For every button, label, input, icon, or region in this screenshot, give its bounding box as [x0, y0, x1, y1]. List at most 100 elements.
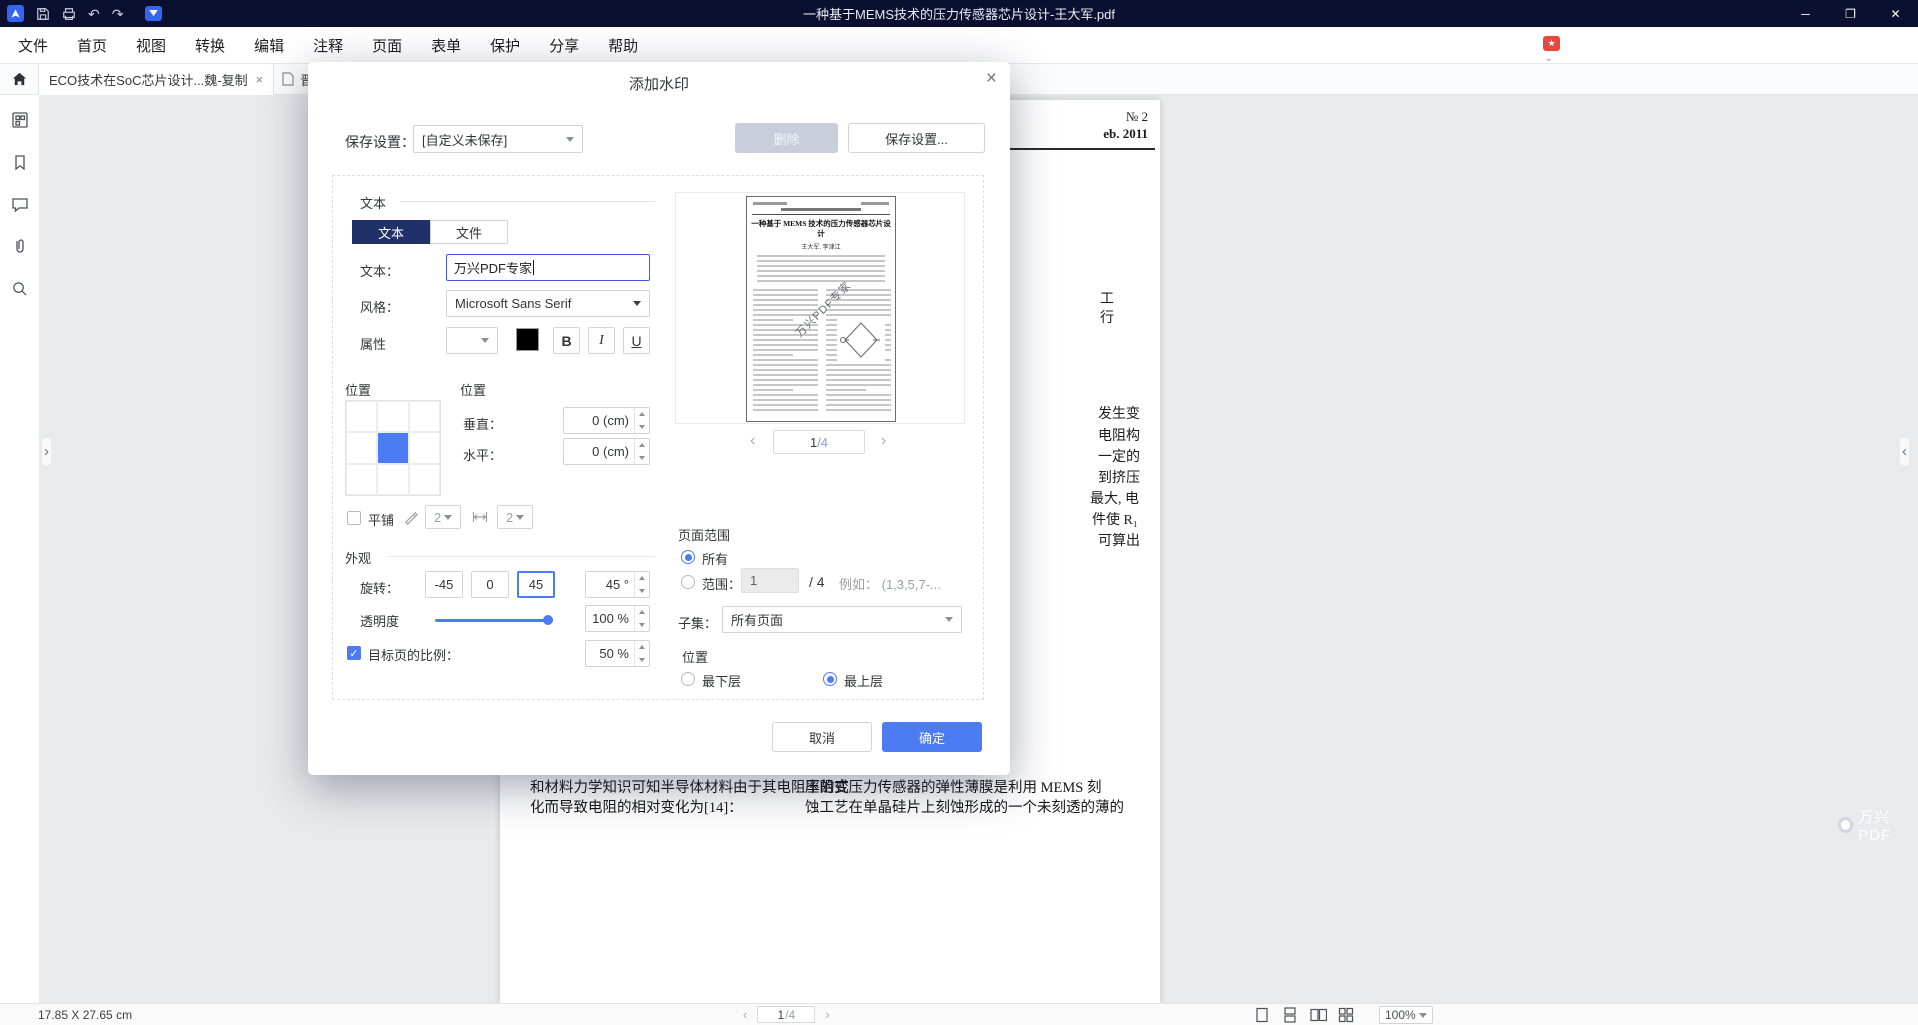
- app-logo-icon[interactable]: [7, 5, 24, 22]
- scale-checkbox[interactable]: ✓: [347, 646, 361, 660]
- dialog-close-icon[interactable]: ×: [986, 69, 997, 88]
- upgrade-icon[interactable]: ★: [1543, 36, 1560, 51]
- anchor-cell[interactable]: [346, 401, 377, 432]
- tile-checkbox[interactable]: [347, 511, 361, 525]
- menu-page[interactable]: 页面: [372, 35, 402, 56]
- document-tab[interactable]: ECO技术在SoC芯片设计...魏-复制 ×: [38, 64, 274, 95]
- stepper-down-icon[interactable]: [635, 585, 649, 598]
- anchor-cell-selected[interactable]: [377, 432, 408, 463]
- bookmarks-panel-icon[interactable]: [9, 151, 31, 173]
- tab-text[interactable]: 文本: [352, 220, 430, 244]
- tab-file[interactable]: 文件: [430, 220, 508, 244]
- cancel-button[interactable]: 取消: [772, 722, 872, 752]
- chevron-down-icon: [945, 617, 953, 622]
- ok-button[interactable]: 确定: [882, 722, 982, 752]
- menu-edit[interactable]: 编辑: [254, 35, 284, 56]
- menu-convert[interactable]: 转换: [195, 35, 225, 56]
- redo-icon[interactable]: ↷: [112, 7, 124, 21]
- attachments-panel-icon[interactable]: [9, 235, 31, 257]
- stepper-down-icon[interactable]: [635, 421, 649, 434]
- maximize-button[interactable]: ❐: [1828, 0, 1873, 27]
- save-settings-select[interactable]: [自定义未保存]: [413, 125, 583, 153]
- stepper-up-icon[interactable]: [635, 572, 649, 585]
- grid-view-icon[interactable]: [1337, 1006, 1355, 1024]
- menu-file[interactable]: 文件: [18, 35, 48, 56]
- search-panel-icon[interactable]: [9, 277, 31, 299]
- italic-button[interactable]: I: [588, 327, 615, 354]
- menu-share[interactable]: 分享: [549, 35, 579, 56]
- prev-page-icon[interactable]: ‹: [743, 1007, 747, 1022]
- opacity-slider-knob[interactable]: [543, 615, 553, 625]
- bold-button[interactable]: B: [553, 327, 580, 354]
- preview-next-icon[interactable]: ›: [881, 432, 886, 450]
- tile-horizontal-gap-select[interactable]: 2: [497, 505, 533, 529]
- menu-comment[interactable]: 注释: [313, 35, 343, 56]
- stepper-up-icon[interactable]: [635, 641, 649, 654]
- thumbnails-panel-icon[interactable]: [9, 109, 31, 131]
- layer-top-radio[interactable]: [823, 672, 837, 686]
- underline-button[interactable]: U: [623, 327, 650, 354]
- menu-help[interactable]: 帮助: [608, 35, 638, 56]
- preview-prev-icon[interactable]: ‹: [750, 432, 755, 450]
- two-page-view-icon[interactable]: [1309, 1006, 1327, 1024]
- anchor-cell[interactable]: [409, 464, 440, 495]
- opacity-slider[interactable]: [435, 613, 553, 627]
- tile-vertical-gap-select[interactable]: 2: [425, 505, 461, 529]
- watermark-text-input[interactable]: 万兴PDF专家: [446, 254, 650, 281]
- page-number-box[interactable]: 1 /4: [757, 1006, 815, 1023]
- stepper-down-icon[interactable]: [635, 452, 649, 465]
- rotate-minus45-button[interactable]: -45: [425, 571, 463, 598]
- range-all-radio[interactable]: [681, 550, 695, 564]
- rotate-angle-stepper[interactable]: 45 °: [585, 571, 650, 598]
- collapse-ribbon-icon[interactable]: ⌄: [1544, 51, 1553, 64]
- font-size-select[interactable]: [446, 327, 498, 354]
- opacity-stepper[interactable]: 100 %: [585, 605, 650, 632]
- subset-select[interactable]: 所有页面: [722, 606, 962, 633]
- delete-button[interactable]: 删除: [735, 123, 838, 153]
- anchor-cell[interactable]: [346, 432, 377, 463]
- close-button[interactable]: ✕: [1873, 0, 1918, 27]
- range-custom-label: 范围：: [702, 574, 741, 593]
- stepper-up-icon[interactable]: [635, 408, 649, 421]
- anchor-cell[interactable]: [409, 401, 440, 432]
- undo-icon[interactable]: ↶: [88, 7, 100, 21]
- zoom-level-select[interactable]: 100%: [1379, 1006, 1433, 1024]
- continuous-view-icon[interactable]: [1281, 1006, 1299, 1024]
- stepper-up-icon[interactable]: [635, 606, 649, 619]
- comments-panel-icon[interactable]: [9, 193, 31, 215]
- anchor-cell[interactable]: [377, 401, 408, 432]
- expand-right-panel-icon[interactable]: ‹: [1900, 438, 1909, 465]
- preview-page-box[interactable]: 1 /4: [773, 430, 865, 454]
- home-tab[interactable]: [0, 64, 38, 95]
- print-icon[interactable]: [62, 7, 76, 21]
- menu-view[interactable]: 视图: [136, 35, 166, 56]
- single-page-view-icon[interactable]: [1253, 1006, 1271, 1024]
- expand-left-panel-icon[interactable]: ›: [42, 438, 51, 465]
- anchor-cell[interactable]: [346, 464, 377, 495]
- range-input[interactable]: 1: [741, 568, 799, 593]
- horizontal-offset-stepper[interactable]: 0 (cm): [563, 438, 650, 465]
- next-page-icon[interactable]: ›: [825, 1007, 829, 1022]
- stepper-down-icon[interactable]: [635, 619, 649, 632]
- font-color-swatch[interactable]: [516, 328, 539, 351]
- layer-bottom-radio[interactable]: [681, 672, 695, 686]
- font-family-select[interactable]: Microsoft Sans Serif: [446, 290, 650, 317]
- menu-form[interactable]: 表单: [431, 35, 461, 56]
- quick-tools-dropdown-icon[interactable]: [145, 6, 162, 21]
- range-custom-radio[interactable]: [681, 575, 695, 589]
- stepper-down-icon[interactable]: [635, 654, 649, 667]
- subset-label: 子集：: [678, 613, 717, 632]
- rotate-45-button[interactable]: 45: [517, 571, 555, 598]
- save-icon[interactable]: [36, 7, 50, 21]
- menu-protect[interactable]: 保护: [490, 35, 520, 56]
- stepper-up-icon[interactable]: [635, 439, 649, 452]
- rotate-0-button[interactable]: 0: [471, 571, 509, 598]
- tab-close-icon[interactable]: ×: [256, 72, 264, 87]
- save-settings-button[interactable]: 保存设置...: [848, 123, 985, 153]
- scale-stepper[interactable]: 50 %: [585, 640, 650, 667]
- anchor-cell[interactable]: [377, 464, 408, 495]
- anchor-cell[interactable]: [409, 432, 440, 463]
- vertical-offset-stepper[interactable]: 0 (cm): [563, 407, 650, 434]
- minimize-button[interactable]: ─: [1783, 0, 1828, 27]
- menu-home[interactable]: 首页: [77, 35, 107, 56]
